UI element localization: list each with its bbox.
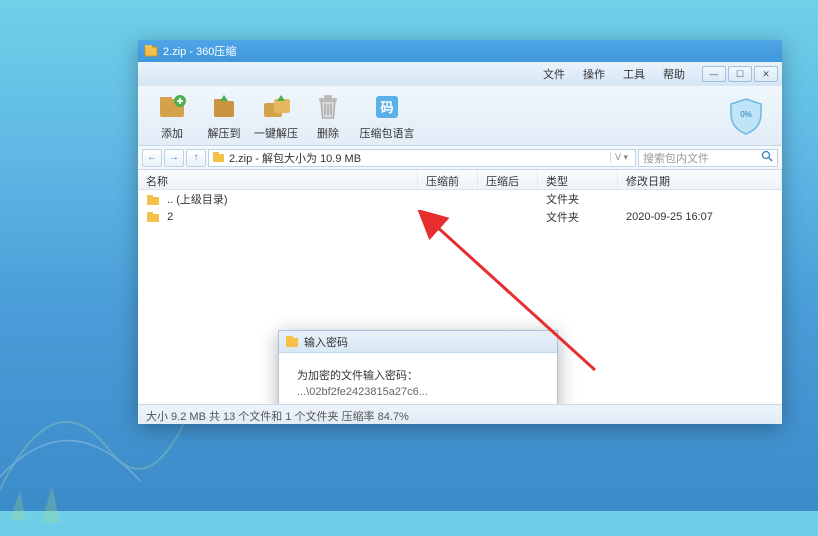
menu-file[interactable]: 文件 [534,66,574,82]
dialog-prompt: 为加密的文件输入密码： [297,367,539,383]
address-dropdown[interactable]: V ▾ [610,152,632,163]
password-dialog: 输入密码 为加密的文件输入密码： ...\02bf2fe2423815a27c6… [278,330,558,404]
status-text: 大小 9.2 MB 共 13 个文件和 1 个文件夹 压缩率 84.7% [146,411,409,423]
file-name: 2 [167,211,173,223]
delete-button[interactable]: 删除 [302,89,354,143]
delete-icon [312,91,344,123]
menu-help[interactable]: 帮助 [654,66,694,82]
minimize-button[interactable]: — [702,66,726,82]
shield-percent-text: 0% [726,110,766,119]
menu-operate[interactable]: 操作 [574,66,614,82]
dialog-titlebar[interactable]: 输入密码 [279,331,557,353]
col-date[interactable]: 修改日期 [618,170,782,189]
search-box[interactable]: 搜索包内文件 [638,149,778,167]
archive-window: 2.zip - 360压缩 文件 操作 工具 帮助 — ☐ ✕ 添加 解压到 [138,40,782,424]
forward-button[interactable]: → [164,149,184,167]
file-name: .. (上级目录) [167,194,228,206]
file-list[interactable]: .. (上级目录) 文件夹 2 文件夹 2020-09-25 16:07 输入 [138,190,782,404]
col-before[interactable]: 压缩前 [418,170,478,189]
folder-icon [146,193,160,207]
check-icon: 码 [371,91,403,123]
toolbar: 添加 解压到 一键解压 删除 码 压缩包语言 [138,86,782,146]
file-row[interactable]: .. (上级目录) 文件夹 [138,190,782,208]
window-title: 2.zip - 360压缩 [163,43,236,59]
address-text: 2.zip - 解包大小为 10.9 MB [229,150,361,166]
back-button[interactable]: ← [142,149,162,167]
list-header: 名称 压缩前 压缩后 类型 修改日期 [138,170,782,190]
maximize-button[interactable]: ☐ [728,66,752,82]
one-click-extract-button[interactable]: 一键解压 [250,89,302,143]
window-controls: — ☐ ✕ [702,66,778,82]
dialog-icon [285,335,299,349]
check-label: 压缩包语言 [360,125,415,141]
add-button[interactable]: 添加 [146,89,198,143]
address-icon [212,151,225,164]
address-bar[interactable]: 2.zip - 解包大小为 10.9 MB V ▾ [208,149,636,167]
navbar: ← → ↑ 2.zip - 解包大小为 10.9 MB V ▾ 搜索包内文件 [138,146,782,170]
menu-tools[interactable]: 工具 [614,66,654,82]
col-after[interactable]: 压缩后 [478,170,538,189]
dialog-title-text: 输入密码 [304,334,348,350]
extract-to-button[interactable]: 解压到 [198,89,250,143]
menubar: 文件 操作 工具 帮助 — ☐ ✕ [138,62,782,86]
folder-icon [146,210,160,224]
file-type: 文件夹 [538,209,618,225]
add-label: 添加 [161,125,183,141]
search-placeholder: 搜索包内文件 [643,150,709,166]
one-click-icon [260,91,292,123]
col-type[interactable]: 类型 [538,170,618,189]
titlebar[interactable]: 2.zip - 360压缩 [138,40,782,62]
svg-text:码: 码 [380,100,393,115]
file-row[interactable]: 2 文件夹 2020-09-25 16:07 [138,208,782,226]
extract-to-label: 解压到 [208,125,241,141]
extract-to-icon [208,91,240,123]
shield-badge[interactable]: 0% [726,96,766,136]
delete-label: 删除 [317,125,339,141]
col-name[interactable]: 名称 [138,170,418,189]
app-icon [144,44,158,58]
check-button[interactable]: 码 压缩包语言 [354,89,420,143]
one-click-label: 一键解压 [254,125,298,141]
dialog-path: ...\02bf2fe2423815a27c6... [297,386,539,398]
close-button[interactable]: ✕ [754,66,778,82]
add-icon [156,91,188,123]
file-date: 2020-09-25 16:07 [618,211,782,223]
statusbar: 大小 9.2 MB 共 13 个文件和 1 个文件夹 压缩率 84.7% [138,404,782,424]
file-type: 文件夹 [538,191,618,207]
up-button[interactable]: ↑ [186,149,206,167]
search-icon[interactable] [761,150,773,165]
